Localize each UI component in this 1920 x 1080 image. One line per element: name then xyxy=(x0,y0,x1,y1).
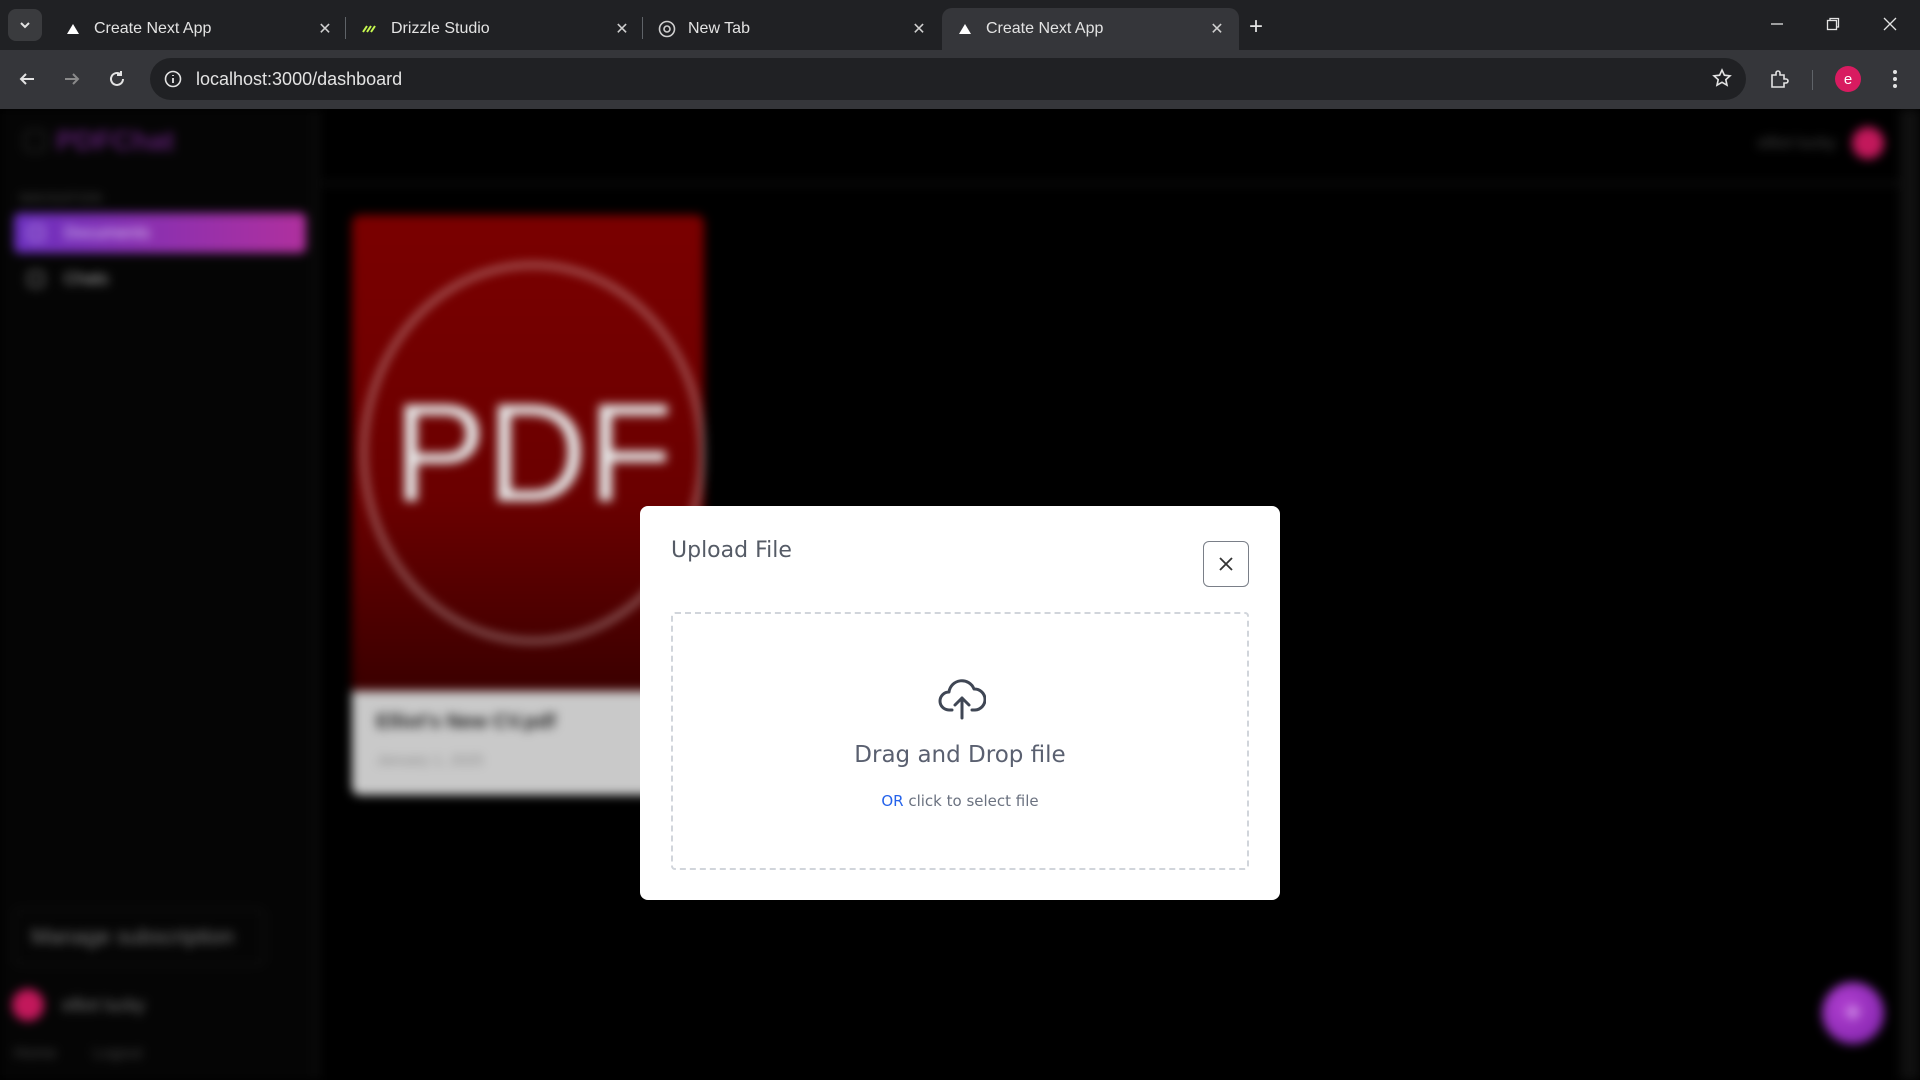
tab-search-button[interactable] xyxy=(8,9,42,41)
chevron-down-icon xyxy=(20,22,30,29)
avatar xyxy=(1852,127,1884,159)
tab-title: Create Next App xyxy=(986,20,1104,37)
tab-title: Drizzle Studio xyxy=(391,20,490,37)
close-tab-icon[interactable]: ✕ xyxy=(612,19,632,39)
close-tab-icon[interactable]: ✕ xyxy=(1207,19,1227,39)
user-name: elliot lucky xyxy=(62,994,146,1015)
site-info-icon[interactable] xyxy=(164,70,182,88)
drizzle-icon xyxy=(361,20,379,38)
document-icon xyxy=(28,225,44,241)
arrow-left-icon xyxy=(19,73,34,85)
dropzone-select-text[interactable]: click to select file xyxy=(904,792,1038,810)
tab-drizzle-studio[interactable]: Drizzle Studio ✕ xyxy=(347,8,644,50)
manage-subscription-button[interactable]: Manage subscription xyxy=(14,909,264,965)
more-vert-icon xyxy=(1893,70,1897,88)
reload-icon xyxy=(110,71,124,86)
sidebar-footer: Home Logout xyxy=(14,1045,174,1063)
tab-separator xyxy=(345,17,346,39)
document-date: January 1, 2025 xyxy=(376,752,484,769)
vercel-triangle-icon xyxy=(956,20,974,38)
modal-close-button[interactable] xyxy=(1203,541,1249,587)
browser-chrome: Create Next App ✕ Drizzle Studio ✕ New T… xyxy=(0,0,1920,109)
minimize-button[interactable] xyxy=(1755,6,1799,42)
address-bar[interactable]: localhost:3000/dashboard xyxy=(150,58,1746,100)
forward-button[interactable] xyxy=(55,62,89,96)
close-tab-icon[interactable]: ✕ xyxy=(909,19,929,39)
close-icon xyxy=(1883,17,1897,31)
tab-separator xyxy=(642,17,643,39)
tab-create-next-app-active[interactable]: Create Next App ✕ xyxy=(942,8,1239,50)
dropzone-subtitle: OR click to select file xyxy=(673,792,1247,810)
home-link[interactable]: Home xyxy=(14,1045,57,1062)
puzzle-icon xyxy=(1771,70,1789,88)
close-window-button[interactable] xyxy=(1868,6,1912,42)
close-tab-icon[interactable]: ✕ xyxy=(315,19,335,39)
minimize-icon xyxy=(1771,23,1783,25)
logo-text: PDFChat xyxy=(56,125,175,156)
close-icon xyxy=(1219,557,1233,571)
sidebar-item-chats[interactable]: Chats xyxy=(14,259,306,299)
bookmark-star-icon[interactable] xyxy=(1712,68,1732,93)
extensions-button[interactable] xyxy=(1762,62,1796,96)
document-title: Elliot's New CV.pdf xyxy=(376,711,556,733)
sidebar-item-label: Documents xyxy=(64,223,150,242)
url-text: localhost:3000/dashboard xyxy=(196,68,403,89)
reload-button[interactable] xyxy=(100,62,134,96)
avatar xyxy=(12,989,44,1021)
tab-new-tab[interactable]: New Tab ✕ xyxy=(644,8,941,50)
tab-create-next-app-1[interactable]: Create Next App ✕ xyxy=(50,8,347,50)
file-dropzone[interactable]: Drag and Drop file OR click to select fi… xyxy=(671,612,1249,870)
modal-title: Upload File xyxy=(671,538,792,563)
browser-toolbar: localhost:3000/dashboard e xyxy=(0,50,1920,109)
toolbar-separator xyxy=(1812,70,1813,90)
chat-icon xyxy=(28,271,44,287)
user-name: elliot lucky xyxy=(1757,133,1836,152)
vercel-triangle-icon xyxy=(64,20,82,38)
sidebar: PDFChat NAVIGATION Documents Chats Manag… xyxy=(0,109,318,1080)
sidebar-user[interactable]: elliot lucky xyxy=(12,989,145,1021)
dropzone-title: Drag and Drop file xyxy=(854,742,1066,768)
arrow-right-icon xyxy=(65,73,80,85)
header-user[interactable]: elliot lucky xyxy=(1758,127,1884,159)
tab-title: Create Next App xyxy=(94,20,212,37)
dropzone-or-text: OR xyxy=(881,792,904,810)
chrome-icon xyxy=(658,20,676,38)
floating-action-button[interactable]: + xyxy=(1822,982,1884,1044)
new-tab-button[interactable]: + xyxy=(1240,11,1272,43)
back-button[interactable] xyxy=(10,62,44,96)
profile-avatar[interactable]: e xyxy=(1835,66,1861,92)
sidebar-item-documents[interactable]: Documents xyxy=(14,213,306,253)
page-viewport: PDFChat NAVIGATION Documents Chats Manag… xyxy=(0,109,1920,1080)
tab-strip: Create Next App ✕ Drizzle Studio ✕ New T… xyxy=(0,0,1920,50)
nav-caption: NAVIGATION xyxy=(20,191,103,205)
page-scrollbar[interactable] xyxy=(1900,109,1920,1080)
tab-title: New Tab xyxy=(688,20,750,37)
app-logo[interactable]: PDFChat xyxy=(24,125,174,157)
logout-link[interactable]: Logout xyxy=(93,1045,142,1062)
restore-button[interactable] xyxy=(1811,6,1855,42)
restore-icon xyxy=(1826,17,1840,31)
upload-file-modal: Upload File Drag and Drop file OR click … xyxy=(640,506,1280,900)
logo-mark-icon xyxy=(24,130,46,152)
cloud-upload-icon xyxy=(938,679,986,720)
top-bar: elliot lucky xyxy=(321,109,1920,185)
browser-menu-button[interactable] xyxy=(1878,62,1912,96)
sidebar-item-label: Chats xyxy=(64,269,109,288)
